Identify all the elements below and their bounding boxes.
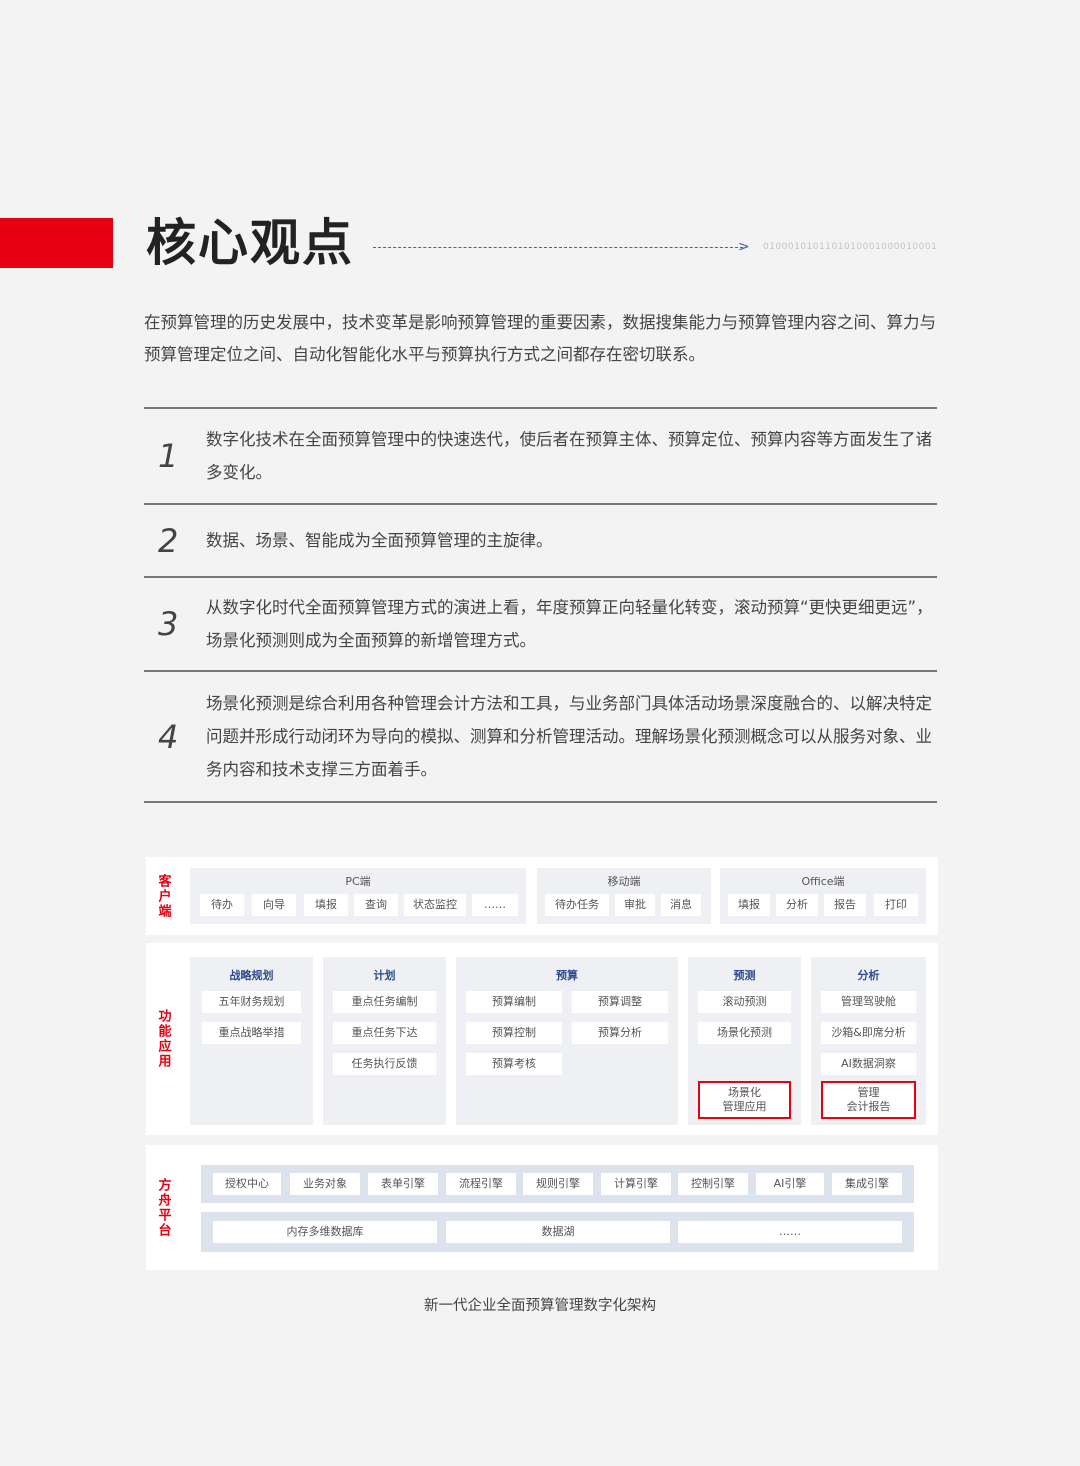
function-item: 预算调整 bbox=[572, 991, 668, 1013]
group-title: 分析 bbox=[857, 969, 880, 982]
layer-label: 方舟平台 bbox=[155, 1177, 171, 1238]
page-title: 核心观点 bbox=[146, 214, 354, 272]
key-point: 4 场景化预测是综合利用各种管理会计方法和工具，与业务部门具体活动场景深度融合的… bbox=[144, 672, 937, 803]
function-item: 重点任务编制 bbox=[333, 991, 436, 1013]
pc-item: 状态监控 bbox=[404, 894, 466, 916]
function-item: 沙箱&即席分析 bbox=[821, 1022, 916, 1044]
key-point-text: 场景化预测是综合利用各种管理会计方法和工具，与业务部门具体活动场景深度融合的、以… bbox=[206, 694, 932, 779]
forecast-group: 预测 滚动预测 场景化预测 场景化 管理应用 bbox=[688, 957, 801, 1125]
group-title: 预算 bbox=[556, 969, 578, 982]
pc-item: 待办 bbox=[200, 894, 244, 916]
red-accent-bar bbox=[0, 218, 113, 268]
engine-item: AI引擎 bbox=[756, 1173, 824, 1195]
function-item: 重点战略举措 bbox=[202, 1022, 301, 1044]
data-item: 数据湖 bbox=[446, 1221, 670, 1243]
engine-item: 授权中心 bbox=[213, 1173, 281, 1195]
key-point-text: 从数字化时代全面预算管理方式的演进上看，年度预算正向轻量化转变，滚动预算“更快更… bbox=[206, 598, 933, 650]
function-item: AI数据洞察 bbox=[821, 1053, 916, 1075]
pc-item: 填报 bbox=[304, 894, 348, 916]
engine-item: 业务对象 bbox=[290, 1173, 360, 1195]
data-item: 内存多维数据库 bbox=[213, 1221, 437, 1243]
engine-item: 流程引擎 bbox=[446, 1173, 516, 1195]
key-point: 3 从数字化时代全面预算管理方式的演进上看，年度预算正向轻量化转变，滚动预算“更… bbox=[144, 578, 937, 672]
highlighted-function-item: 场景化 管理应用 bbox=[698, 1081, 791, 1119]
function-item: 场景化预测 bbox=[698, 1022, 791, 1044]
key-point-text: 数据、场景、智能成为全面预算管理的主旋律。 bbox=[206, 531, 553, 550]
function-item: 预算分析 bbox=[572, 1022, 668, 1044]
pc-item: 查询 bbox=[354, 894, 398, 916]
group-title: 战略规划 bbox=[229, 969, 274, 982]
function-item: 重点任务下达 bbox=[333, 1022, 436, 1044]
mobile-item: 审批 bbox=[615, 894, 655, 916]
plan-group: 计划 重点任务编制 重点任务下达 任务执行反馈 bbox=[323, 957, 446, 1125]
office-item: 填报 bbox=[728, 894, 770, 916]
data-group: 内存多维数据库 数据湖 …… bbox=[201, 1212, 914, 1252]
group-title: 预测 bbox=[733, 969, 756, 982]
mobile-group: 移动端 待办任务 审批 消息 bbox=[537, 868, 711, 924]
function-item: 预算考核 bbox=[466, 1053, 562, 1075]
key-points-list: 1 数字化技术在全面预算管理中的快速迭代，使后者在预算主体、预算定位、预算内容等… bbox=[144, 407, 937, 803]
pc-item: 向导 bbox=[252, 894, 296, 916]
engine-item: 集成引擎 bbox=[832, 1173, 902, 1195]
function-item: 管理驾驶舱 bbox=[821, 991, 916, 1013]
diagram-caption: 新一代企业全面预算管理数字化架构 bbox=[424, 1298, 656, 1314]
group-title: 计划 bbox=[373, 969, 396, 982]
platform-layer: 方舟平台 授权中心 业务对象 表单引擎 流程引擎 规则引擎 计算引擎 控制引擎 … bbox=[146, 1145, 938, 1270]
office-item: 打印 bbox=[874, 894, 918, 916]
engine-group: 授权中心 业务对象 表单引擎 流程引擎 规则引擎 计算引擎 控制引擎 AI引擎 … bbox=[201, 1165, 914, 1203]
function-item: 五年财务规划 bbox=[202, 991, 301, 1013]
budget-group: 预算 预算编制 预算调整 预算控制 预算分析 预算考核 bbox=[456, 957, 678, 1125]
key-point-number: 3 bbox=[158, 605, 179, 643]
office-item: 分析 bbox=[776, 894, 818, 916]
layer-label: 客户端 bbox=[155, 873, 171, 919]
strategy-group: 战略规划 五年财务规划 重点战略举措 bbox=[190, 957, 313, 1125]
engine-item: 控制引擎 bbox=[678, 1173, 748, 1195]
key-point-number: 1 bbox=[158, 437, 179, 475]
intro-paragraph: 在预算管理的历史发展中，技术变革是影响预算管理的重要因素，数据搜集能力与预算管理… bbox=[144, 313, 936, 364]
group-title: PC端 bbox=[345, 875, 371, 888]
office-group: Office端 填报 分析 报告 打印 bbox=[720, 868, 926, 924]
binary-decoration: 0100010101101010001000010001 bbox=[763, 242, 938, 252]
pc-item: …… bbox=[472, 894, 518, 916]
engine-item: 计算引擎 bbox=[601, 1173, 671, 1195]
function-item: 预算编制 bbox=[466, 991, 562, 1013]
mobile-item: 消息 bbox=[661, 894, 701, 916]
key-point: 1 数字化技术在全面预算管理中的快速迭代，使后者在预算主体、预算定位、预算内容等… bbox=[144, 409, 937, 505]
mobile-item: 待办任务 bbox=[545, 894, 609, 916]
client-layer: 客户端 PC端 待办 向导 填报 查询 状态监控 …… 移动端 待办任务 审批 … bbox=[146, 857, 938, 935]
analysis-group: 分析 管理驾驶舱 沙箱&即席分析 AI数据洞察 管理 会计报告 bbox=[811, 957, 926, 1125]
layer-label: 功能应用 bbox=[155, 1009, 171, 1069]
function-item: 任务执行反馈 bbox=[333, 1053, 436, 1075]
function-item: 预算控制 bbox=[466, 1022, 562, 1044]
key-point-text: 数字化技术在全面预算管理中的快速迭代，使后者在预算主体、预算定位、预算内容等方面… bbox=[206, 430, 932, 482]
key-point: 2 数据、场景、智能成为全面预算管理的主旋律。 bbox=[144, 505, 937, 578]
pc-group: PC端 待办 向导 填报 查询 状态监控 …… bbox=[190, 868, 526, 924]
highlighted-function-item: 管理 会计报告 bbox=[821, 1081, 916, 1119]
engine-item: 表单引擎 bbox=[368, 1173, 438, 1195]
arrow-right-icon: > bbox=[738, 239, 750, 255]
engine-item: 规则引擎 bbox=[523, 1173, 593, 1195]
group-title: 移动端 bbox=[607, 875, 641, 888]
group-title: Office端 bbox=[801, 875, 845, 888]
function-item: 滚动预测 bbox=[698, 991, 791, 1013]
data-item: …… bbox=[678, 1221, 902, 1243]
dashed-divider bbox=[373, 247, 743, 248]
key-point-number: 4 bbox=[158, 717, 179, 756]
function-layer: 功能应用 战略规划 五年财务规划 重点战略举措 计划 重点任务编制 重点任务下达… bbox=[146, 943, 938, 1135]
office-item: 报告 bbox=[824, 894, 866, 916]
key-point-number: 2 bbox=[158, 521, 179, 560]
